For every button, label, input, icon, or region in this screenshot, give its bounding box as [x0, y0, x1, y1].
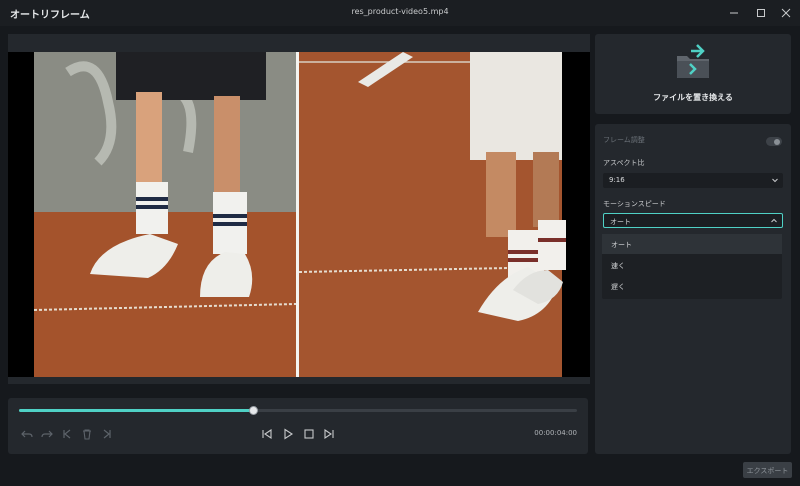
maximize-icon[interactable]: [754, 5, 768, 19]
undo-icon[interactable]: [20, 426, 34, 440]
motion-speed-dropdown: オート 速く 遅く: [602, 234, 782, 299]
aspect-ratio-label: アスペクト比: [603, 159, 645, 167]
previous-marker-icon[interactable]: [60, 426, 74, 440]
replace-file-panel[interactable]: ファイルを置き換える: [595, 34, 791, 114]
video-preview[interactable]: [8, 52, 590, 377]
step-forward-icon[interactable]: [322, 426, 336, 440]
toggle-knob: [774, 138, 780, 145]
trash-icon[interactable]: [80, 426, 94, 440]
file-name: res_product-video5.mp4: [351, 7, 449, 16]
aspect-ratio-value: 9:16: [609, 176, 625, 184]
export-button[interactable]: エクスポート: [743, 462, 792, 478]
aspect-ratio-select[interactable]: 9:16: [603, 173, 783, 188]
minimize-icon[interactable]: [727, 5, 741, 19]
timeline-slider[interactable]: [19, 406, 577, 415]
stop-icon[interactable]: [302, 426, 316, 440]
next-marker-icon[interactable]: [100, 426, 114, 440]
step-back-icon[interactable]: [260, 426, 274, 440]
playback-controls: 00:00:04:00: [8, 398, 588, 454]
replace-file-icon: [677, 44, 709, 78]
dropdown-option-auto[interactable]: オート: [602, 234, 782, 254]
frame-adjust-label: フレーム調整: [603, 136, 645, 144]
play-icon[interactable]: [281, 426, 295, 440]
replace-file-label: ファイルを置き換える: [653, 93, 733, 102]
redo-icon[interactable]: [40, 426, 54, 440]
frame-adjust-toggle[interactable]: [766, 137, 782, 146]
motion-speed-select[interactable]: オート: [603, 213, 783, 228]
timeline-progress: [19, 409, 254, 412]
timecode: 00:00:04:00: [534, 429, 577, 437]
chevron-down-icon: [772, 178, 778, 183]
timeline-handle[interactable]: [249, 406, 259, 415]
title-bar: オートリフレーム res_product-video5.mp4: [0, 0, 800, 26]
dropdown-option-slow[interactable]: 遅く: [602, 276, 782, 296]
close-icon[interactable]: [779, 5, 793, 19]
dropdown-option-fast[interactable]: 速く: [602, 255, 782, 275]
chevron-up-icon: [771, 218, 777, 223]
motion-speed-value: オート: [610, 218, 631, 226]
motion-speed-label: モーションスピード: [603, 200, 666, 208]
tennis-scene-image: [33, 52, 566, 377]
